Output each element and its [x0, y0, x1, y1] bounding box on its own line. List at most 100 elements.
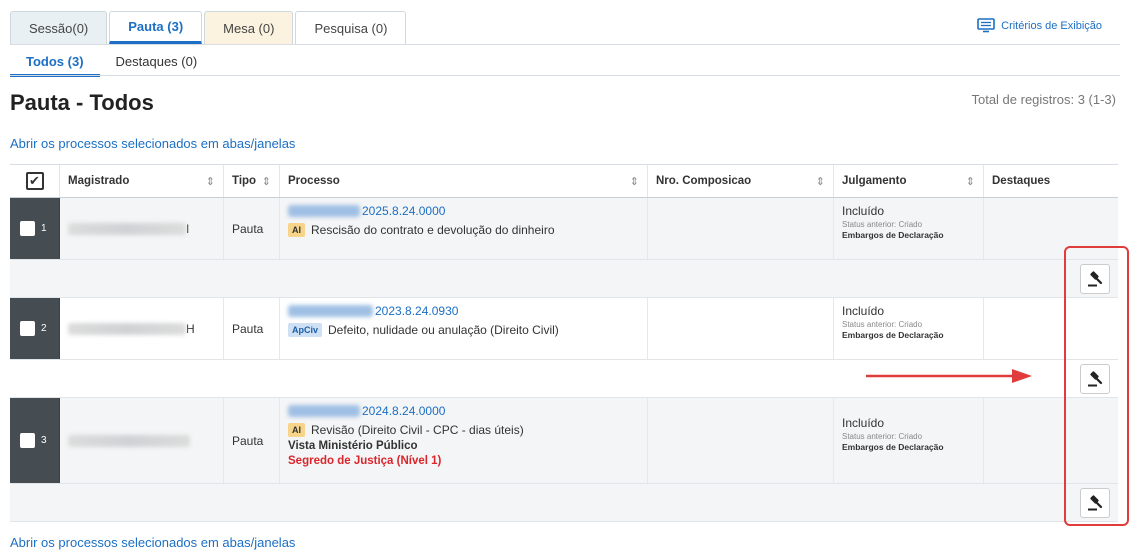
julgamento-status: Incluído	[842, 304, 885, 318]
subtab-destaques[interactable]: Destaques (0)	[100, 50, 214, 77]
gavel-icon	[1088, 271, 1103, 287]
sort-icon: ⇕	[205, 175, 215, 188]
redacted-name	[68, 222, 186, 235]
julgamento-status: Incluído	[842, 204, 885, 218]
subtabs-divider	[10, 75, 1120, 76]
redacted-number	[288, 405, 360, 417]
sub-tabs: Todos (3) Destaques (0)	[10, 50, 213, 77]
redacted-name	[68, 434, 190, 447]
tab-pesquisa[interactable]: Pesquisa (0)	[295, 11, 407, 44]
processo-link[interactable]: 2025.8.24.0000	[288, 204, 639, 218]
row-select-cell: 2	[10, 298, 60, 359]
tipo-cell: Pauta	[224, 398, 280, 483]
open-selected-link-bottom[interactable]: Abrir os processos selecionados em abas/…	[10, 535, 295, 550]
julgamento-type: Embargos de Declaração	[842, 230, 944, 240]
processo-cell: 2025.8.24.0000 AI Rescisão do contrato e…	[280, 198, 648, 259]
tipo-cell: Pauta	[224, 198, 280, 259]
header-select-cell: ✔	[10, 165, 60, 197]
magistrado-cell: I	[60, 198, 224, 259]
processo-number: 2025.8.24.0000	[362, 204, 446, 218]
row-checkbox[interactable]	[20, 321, 35, 336]
row-checkbox[interactable]	[20, 221, 35, 236]
processo-cell: 2024.8.24.0000 AI Revisão (Direito Civil…	[280, 398, 648, 483]
destaques-cell	[984, 398, 1118, 483]
julgamento-previous: Status anterior: Criado	[842, 220, 923, 229]
select-all-checkbox[interactable]: ✔	[25, 172, 44, 190]
classe-line: ApCiv Defeito, nulidade ou anulação (Dir…	[288, 323, 639, 337]
julgamento-status: Incluído	[842, 416, 885, 430]
julgamento-previous: Status anterior: Criado	[842, 320, 923, 329]
col-tipo[interactable]: Tipo ⇕	[224, 165, 280, 197]
total-records: Total de registros: 3 (1-3)	[971, 92, 1116, 107]
julgamento-type: Embargos de Declaração	[842, 442, 944, 452]
magistrado-suffix: H	[186, 321, 195, 336]
row-select-cell: 3	[10, 398, 60, 483]
classe-line: AI Rescisão do contrato e devolução do d…	[288, 223, 639, 237]
magistrado-cell	[60, 398, 224, 483]
col-composicao[interactable]: Nro. Composicao ⇕	[648, 165, 834, 197]
main-tabs: Sessão(0) Pauta (3) Mesa (0) Pesquisa (0…	[10, 11, 408, 44]
col-magistrado[interactable]: Magistrado ⇕	[60, 165, 224, 197]
row-actions	[10, 484, 1118, 522]
col-julgamento[interactable]: Julgamento ⇕	[834, 165, 984, 197]
classe-text: Defeito, nulidade ou anulação (Direito C…	[328, 323, 559, 337]
sort-icon: ⇕	[629, 175, 639, 188]
table-header: ✔ Magistrado ⇕ Tipo ⇕ Processo ⇕ Nro. Co…	[10, 164, 1118, 198]
arrow-right-icon	[866, 369, 1032, 383]
tab-sessao[interactable]: Sessão(0)	[10, 11, 108, 44]
col-destaques: Destaques	[984, 165, 1118, 197]
composicao-cell	[648, 398, 834, 483]
classe-badge: ApCiv	[288, 323, 323, 337]
pauta-table: ✔ Magistrado ⇕ Tipo ⇕ Processo ⇕ Nro. Co…	[10, 164, 1118, 522]
row-actions	[10, 260, 1118, 298]
sort-icon: ⇕	[815, 175, 825, 188]
gavel-button[interactable]	[1080, 488, 1110, 518]
row-checkbox[interactable]	[20, 433, 35, 448]
gavel-icon	[1088, 495, 1103, 511]
destaques-cell	[984, 298, 1118, 359]
classe-badge: AI	[288, 423, 305, 437]
composicao-cell	[648, 198, 834, 259]
table-row: 3 Pauta 2024.8.24.0000 AI Revisão (Direi…	[10, 398, 1118, 484]
col-julgamento-label: Julgamento	[842, 175, 907, 187]
julgamento-cell: Incluído Status anterior: Criado Embargo…	[834, 298, 984, 359]
tab-pauta[interactable]: Pauta (3)	[109, 11, 203, 44]
destaques-cell	[984, 198, 1118, 259]
monitor-list-icon	[977, 18, 995, 33]
col-processo-label: Processo	[288, 175, 340, 187]
col-composicao-label: Nro. Composicao	[656, 175, 752, 187]
gavel-button[interactable]	[1080, 264, 1110, 294]
tab-mesa[interactable]: Mesa (0)	[204, 11, 294, 44]
processo-number: 2024.8.24.0000	[362, 404, 446, 418]
redacted-number	[288, 205, 360, 217]
magistrado-cell: H	[60, 298, 224, 359]
col-destaques-label: Destaques	[992, 175, 1051, 187]
redacted-name	[68, 322, 186, 335]
criteria-label: Critérios de Exibição	[1001, 19, 1102, 32]
classe-text: Rescisão do contrato e devolução do dinh…	[311, 223, 555, 237]
tipo-cell: Pauta	[224, 298, 280, 359]
col-processo[interactable]: Processo ⇕	[280, 165, 648, 197]
sort-icon: ⇕	[261, 175, 271, 188]
redacted-number	[288, 305, 373, 317]
segredo-label: Segredo de Justiça (Nível 1)	[288, 455, 442, 467]
criteria-button[interactable]: Critérios de Exibição	[977, 18, 1102, 33]
tabs-divider	[10, 44, 1120, 45]
classe-line: AI Revisão (Direito Civil - CPC - dias ú…	[288, 423, 639, 437]
col-magistrado-label: Magistrado	[68, 175, 130, 187]
julgamento-cell: Incluído Status anterior: Criado Embargo…	[834, 198, 984, 259]
julgamento-type: Embargos de Declaração	[842, 330, 944, 340]
subtab-todos[interactable]: Todos (3)	[10, 50, 100, 77]
magistrado-suffix: I	[186, 221, 190, 236]
page-title: Pauta - Todos	[10, 90, 154, 115]
open-selected-link-top[interactable]: Abrir os processos selecionados em abas/…	[10, 136, 295, 151]
gavel-button[interactable]	[1080, 364, 1110, 394]
processo-link[interactable]: 2024.8.24.0000	[288, 404, 639, 418]
processo-link[interactable]: 2023.8.24.0930	[288, 304, 639, 318]
row-number: 1	[41, 223, 47, 234]
col-tipo-label: Tipo	[232, 175, 257, 187]
composicao-cell	[648, 298, 834, 359]
julgamento-previous: Status anterior: Criado	[842, 432, 923, 441]
sort-icon: ⇕	[965, 175, 975, 188]
classe-text: Revisão (Direito Civil - CPC - dias útei…	[311, 423, 524, 437]
